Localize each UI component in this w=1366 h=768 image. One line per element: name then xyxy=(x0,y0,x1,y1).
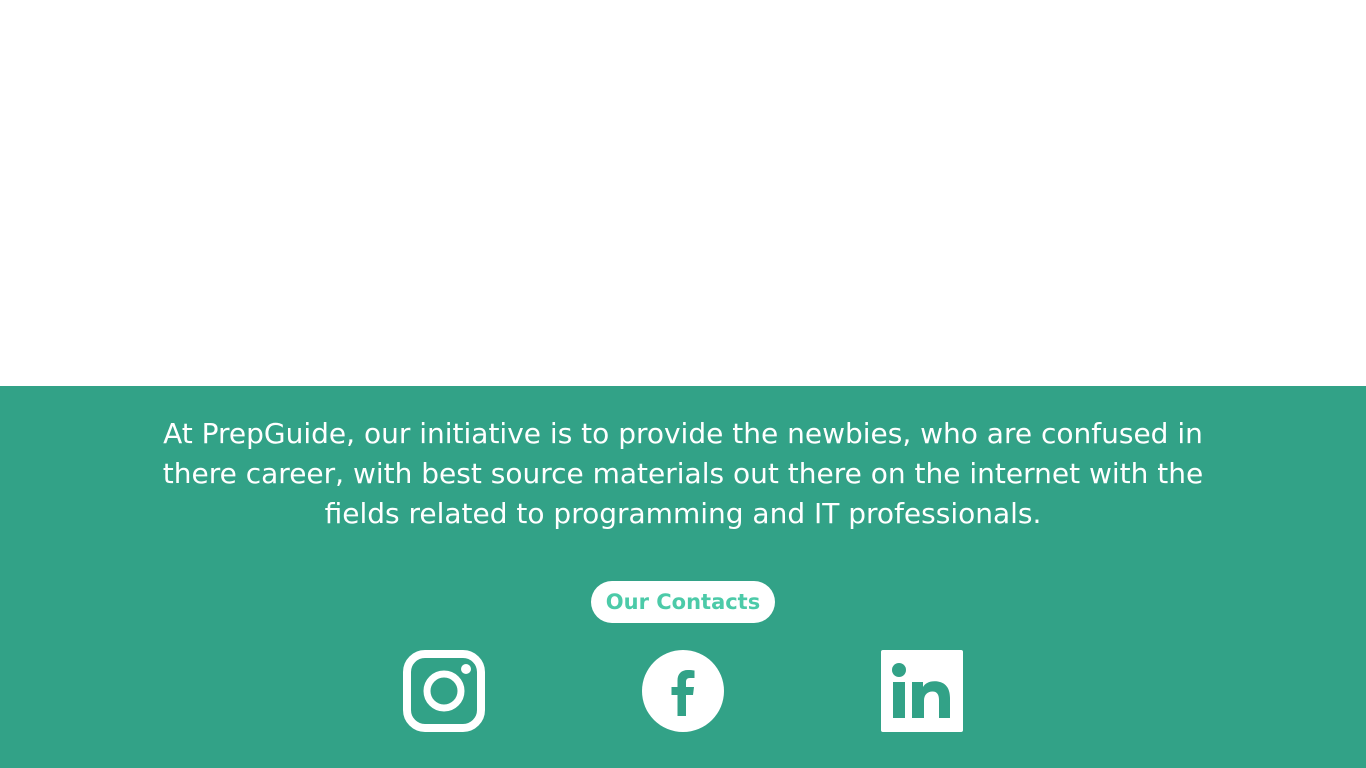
footer-section: At PrepGuide, our initiative is to provi… xyxy=(0,386,1366,768)
facebook-icon xyxy=(642,650,724,732)
our-contacts-button[interactable]: Our Contacts xyxy=(591,581,775,623)
instagram-icon xyxy=(403,650,485,732)
linkedin-icon xyxy=(881,650,963,732)
facebook-link[interactable] xyxy=(642,650,724,732)
instagram-link[interactable] xyxy=(403,650,485,732)
linkedin-link[interactable] xyxy=(881,650,963,732)
about-description: At PrepGuide, our initiative is to provi… xyxy=(162,417,1204,530)
top-blank-area xyxy=(0,0,1366,386)
